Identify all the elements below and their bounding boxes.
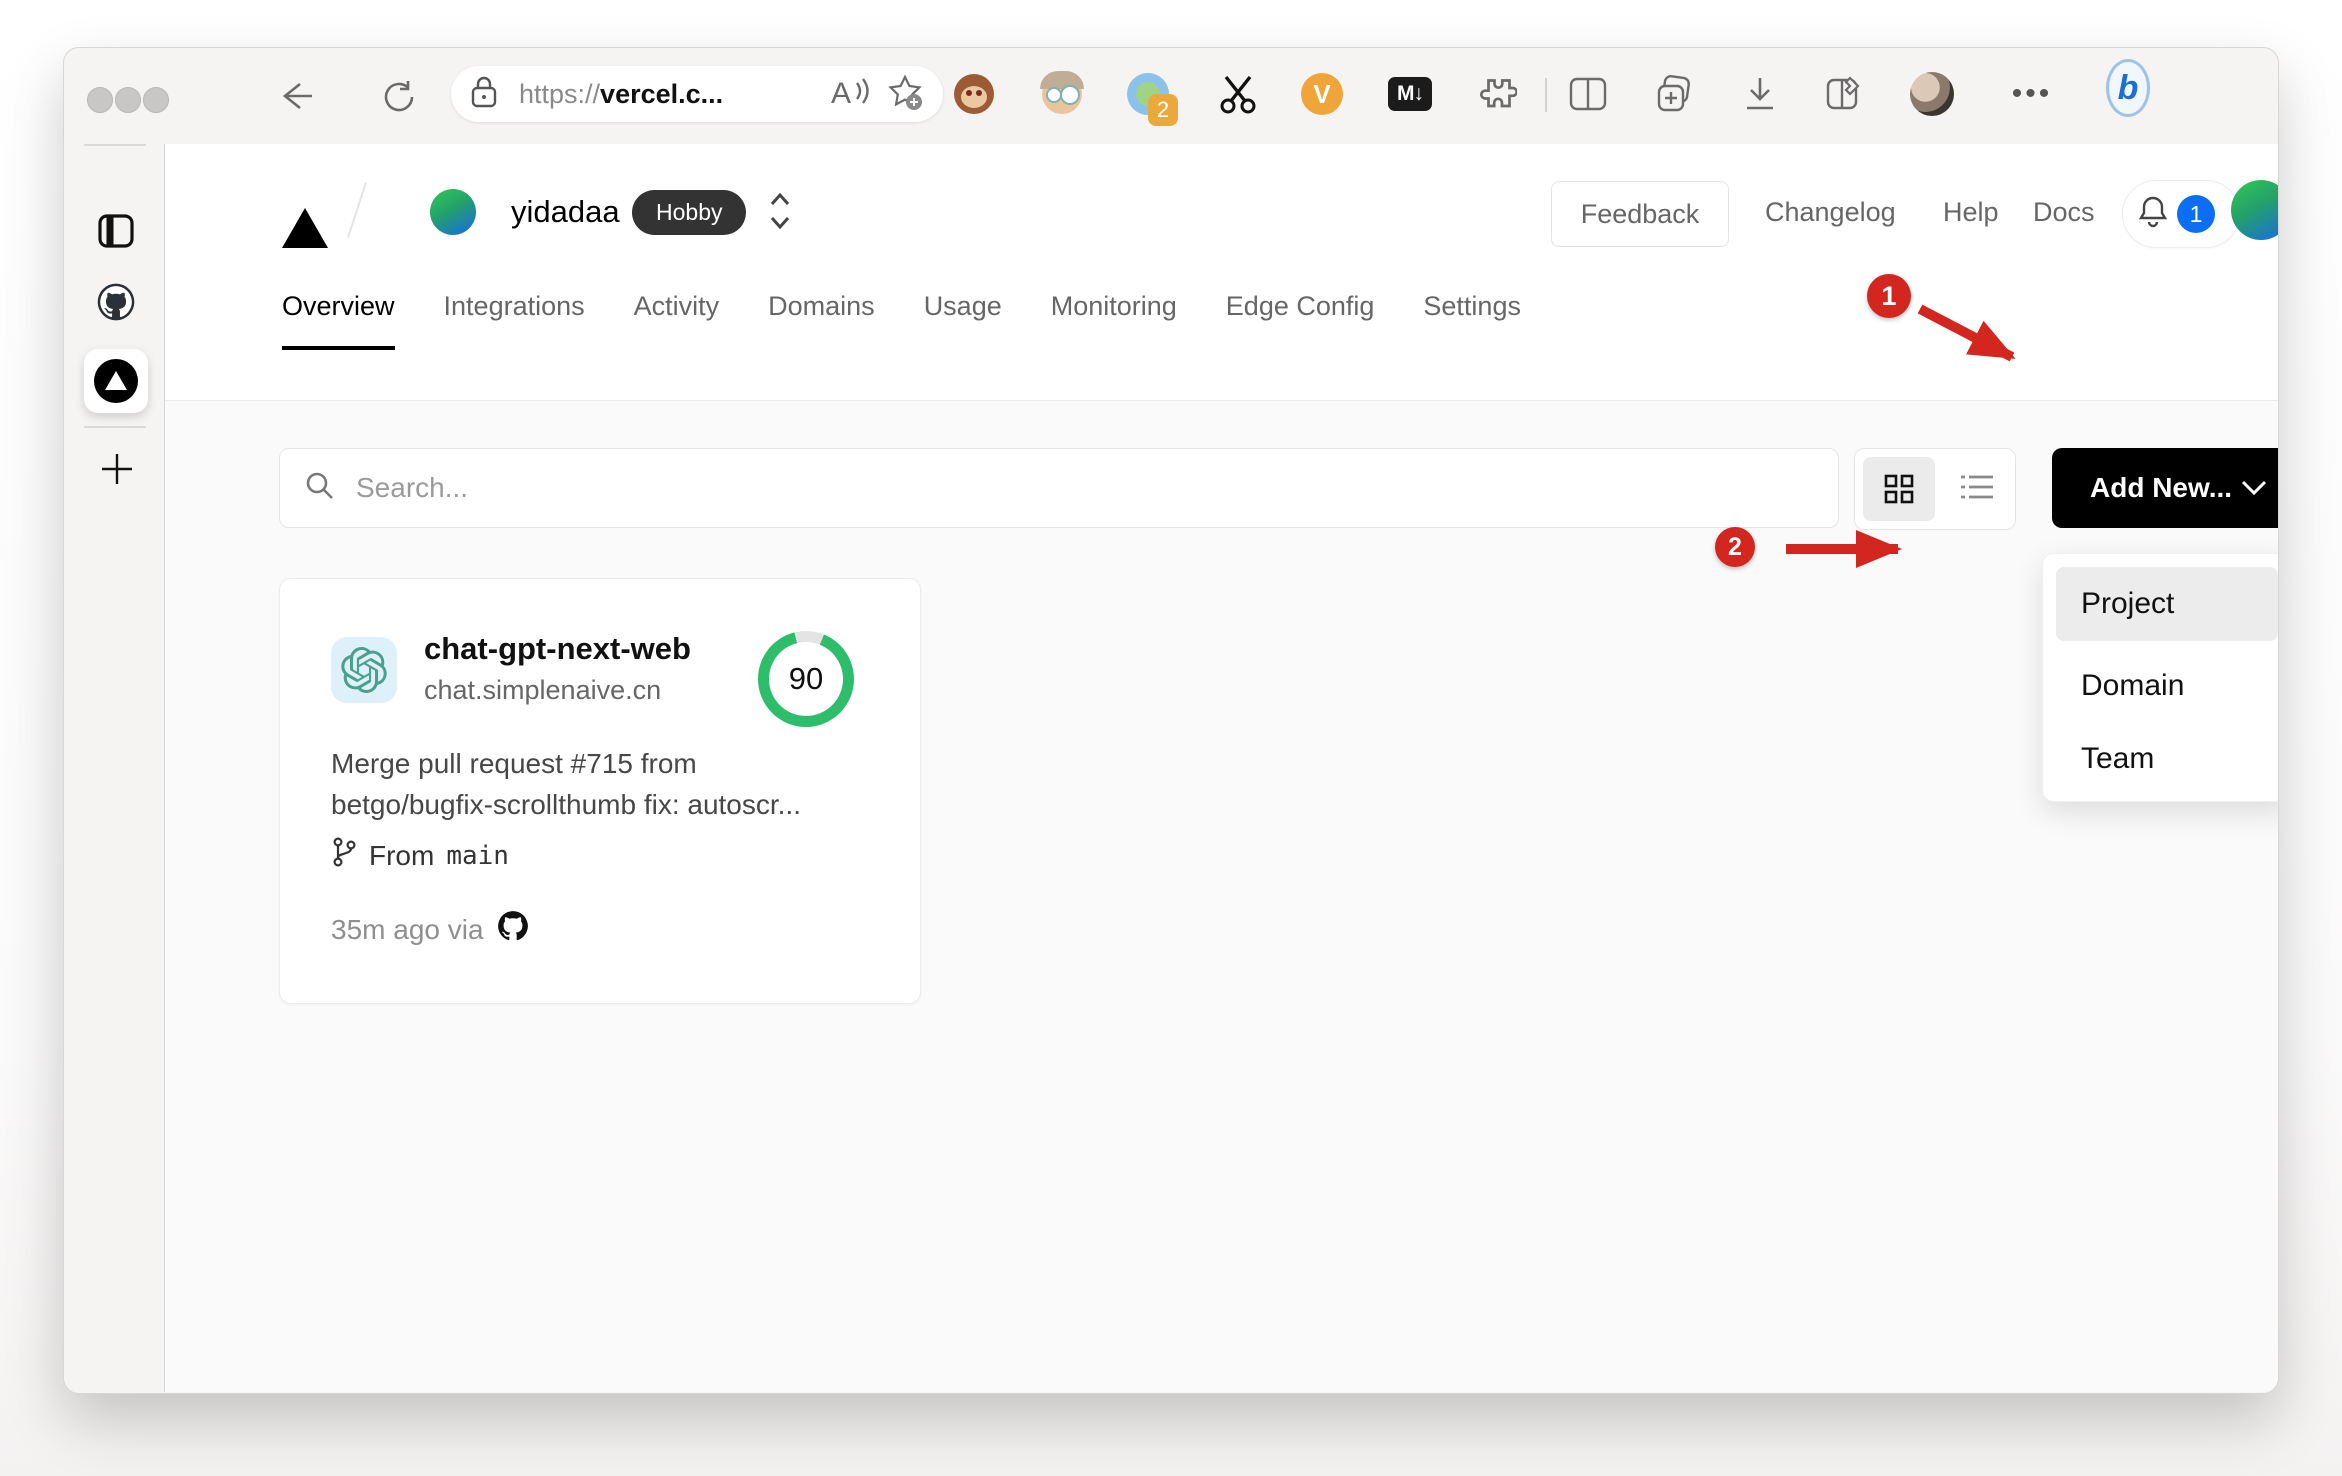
project-card[interactable]: chat-gpt-next-web chat.simplenaive.cn 90… xyxy=(279,578,921,1004)
changelog-link[interactable]: Changelog xyxy=(1765,197,1896,228)
github-icon xyxy=(496,909,530,950)
add-new-menu: Project Domain Team xyxy=(2042,553,2278,802)
url-text[interactable]: https://vercel.c... xyxy=(519,79,723,110)
view-toggle xyxy=(1854,448,2016,530)
plan-badge: Hobby xyxy=(632,190,747,235)
traffic-light-minimize[interactable] xyxy=(115,87,141,113)
branch-prefix: From xyxy=(369,839,435,871)
tab-settings[interactable]: Settings xyxy=(1423,291,1521,350)
annotation-step-1-badge: 1 xyxy=(1867,274,1911,318)
refresh-icon[interactable] xyxy=(380,79,418,124)
git-branch-icon xyxy=(331,837,357,874)
vercel-tab-active[interactable] xyxy=(84,349,148,413)
notification-count: 1 xyxy=(2177,195,2215,233)
proxy-extension-icon[interactable]: 2 xyxy=(1126,72,1178,126)
favorite-star-icon[interactable] xyxy=(887,73,923,115)
tab-integrations[interactable]: Integrations xyxy=(444,291,585,350)
clipper-extension-icon[interactable] xyxy=(1216,72,1260,116)
deploy-time: 35m ago via xyxy=(331,913,484,945)
sidebar-divider xyxy=(84,144,146,146)
bell-icon xyxy=(2137,194,2169,235)
split-screen-icon[interactable] xyxy=(1566,72,1610,116)
openai-logo-icon xyxy=(331,637,397,703)
add-new-label: Add New... xyxy=(2090,472,2233,503)
annotation-step-2-badge: 2 xyxy=(1715,527,1755,567)
extension-badge: 2 xyxy=(1148,94,1178,126)
tampermonkey-extension-icon[interactable] xyxy=(952,72,996,116)
markdown-download-extension-icon[interactable]: M↓ xyxy=(1388,72,1432,116)
chevron-down-icon xyxy=(2240,472,2268,504)
user-avatar[interactable] xyxy=(2231,180,2278,240)
docs-link[interactable]: Docs xyxy=(2033,197,2095,228)
team-switcher-icon[interactable] xyxy=(767,186,793,241)
score-value: 90 xyxy=(769,642,843,716)
traffic-light-close[interactable] xyxy=(87,87,113,113)
deploy-meta: 35m ago via xyxy=(331,909,530,950)
new-tab-icon[interactable] xyxy=(100,452,134,491)
menu-item-domain[interactable]: Domain xyxy=(2056,649,2278,723)
add-new-button[interactable]: Add New... xyxy=(2052,448,2278,528)
search-icon xyxy=(304,470,336,507)
feedback-button[interactable]: Feedback xyxy=(1551,181,1729,247)
read-aloud-icon[interactable]: A xyxy=(831,75,871,114)
tab-edge-config[interactable]: Edge Config xyxy=(1226,291,1375,350)
v-extension-icon[interactable]: V xyxy=(1300,72,1344,116)
lock-icon xyxy=(471,76,497,113)
commit-line-1: Merge pull request #715 from xyxy=(331,748,697,779)
browser-essentials-icon[interactable] xyxy=(1822,72,1866,116)
desktop: https://vercel.c... A 2 V M↓ ••• b yidad… xyxy=(0,0,2342,1476)
annotation-arrow-1 xyxy=(1917,304,2016,362)
collections-icon[interactable] xyxy=(1652,72,1696,116)
tab-overview[interactable]: Overview xyxy=(282,291,395,350)
project-search[interactable] xyxy=(279,448,1839,528)
edge-sidebar xyxy=(64,144,165,1392)
grid-view-button[interactable] xyxy=(1863,457,1935,521)
toolbar-divider xyxy=(1545,78,1547,112)
vercel-favicon xyxy=(94,359,138,403)
extensions-puzzle-icon[interactable] xyxy=(1474,72,1518,116)
traffic-light-zoom[interactable] xyxy=(143,87,169,113)
breadcrumb-slash xyxy=(347,182,367,238)
downloads-icon[interactable] xyxy=(1738,72,1782,116)
tab-usage[interactable]: Usage xyxy=(924,291,1002,350)
commit-message[interactable]: Merge pull request #715 from betgo/bugfi… xyxy=(331,743,871,825)
commit-line-2: betgo/bugfix-scrollthumb fix: autoscr... xyxy=(331,789,801,820)
tab-domains[interactable]: Domains xyxy=(768,291,875,350)
svg-text:A: A xyxy=(831,77,851,109)
list-view-button[interactable] xyxy=(1959,471,1995,508)
project-domain[interactable]: chat.simplenaive.cn xyxy=(424,675,661,706)
notifications-button[interactable]: 1 xyxy=(2122,180,2240,248)
vercel-content: Add New... chat-gpt-next-web chat.simple… xyxy=(165,401,2278,1392)
project-tabs: Overview Integrations Activity Domains U… xyxy=(282,291,1521,350)
vercel-logo[interactable] xyxy=(282,191,328,248)
score-ring[interactable]: 90 xyxy=(758,631,854,727)
menu-item-project[interactable]: Project xyxy=(2056,567,2278,641)
sidebar-divider-2 xyxy=(84,426,146,428)
project-name[interactable]: chat-gpt-next-web xyxy=(424,631,691,667)
browser-window: https://vercel.c... A 2 V M↓ ••• b yidad… xyxy=(63,47,2279,1394)
branch-name: main xyxy=(446,840,509,871)
help-link[interactable]: Help xyxy=(1943,197,1999,228)
bing-chat-icon[interactable]: b xyxy=(2106,59,2150,117)
translator-extension-icon[interactable] xyxy=(1040,71,1084,116)
team-avatar[interactable] xyxy=(430,189,476,235)
back-icon[interactable] xyxy=(276,79,314,122)
tab-monitoring[interactable]: Monitoring xyxy=(1051,291,1177,350)
tab-activity[interactable]: Activity xyxy=(634,291,720,350)
address-bar[interactable]: https://vercel.c... A xyxy=(451,66,943,122)
menu-item-team[interactable]: Team xyxy=(2056,722,2278,796)
team-name[interactable]: yidadaa xyxy=(511,194,620,230)
profile-avatar[interactable] xyxy=(1910,72,1954,116)
search-input[interactable] xyxy=(354,471,1814,505)
branch-info: From main xyxy=(331,837,509,874)
sidebar-toggle-icon[interactable] xyxy=(98,214,134,253)
more-menu-icon[interactable]: ••• xyxy=(2010,72,2054,116)
annotation-arrow-2 xyxy=(1786,530,1902,568)
github-tab-icon[interactable] xyxy=(96,282,136,327)
